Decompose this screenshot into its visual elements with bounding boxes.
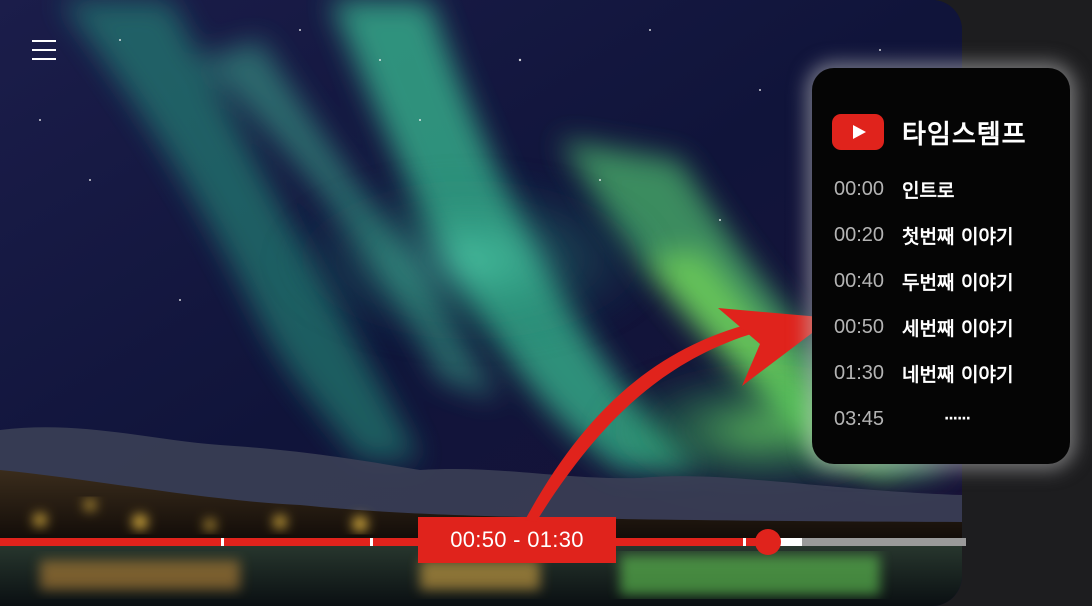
progress-scrubber-handle[interactable] [754, 529, 781, 555]
timestamp-time: 01:30 [834, 361, 885, 384]
timestamp-label: 인트로 [902, 179, 955, 202]
progress-played [0, 538, 768, 546]
timestamp-item[interactable]: 01:30 네번째 이야기 [834, 350, 1070, 396]
menu-button[interactable] [30, 38, 58, 62]
timestamp-time: 00:50 [834, 315, 885, 338]
youtube-play-icon [832, 114, 884, 150]
chapter-time-range-label: 00:50 - 01:30 [418, 517, 616, 563]
timestamp-label: 세번째 이야기 [902, 317, 1014, 340]
timestamp-item[interactable]: 00:40 두번째 이야기 [834, 258, 1070, 304]
timestamp-label: 첫번째 이야기 [902, 225, 1014, 248]
timestamps-panel: 타임스템프 00:00 인트로 00:20 첫번째 이야기 00:40 두번째 … [812, 68, 1070, 464]
timestamp-label: 네번째 이야기 [902, 363, 1014, 386]
timestamp-time: 00:40 [834, 269, 885, 292]
chapter-marker[interactable] [221, 538, 225, 546]
timestamps-title: 타임스템프 [902, 119, 1027, 150]
chapter-marker[interactable] [369, 538, 373, 546]
timestamp-time: 00:00 [834, 177, 885, 200]
timestamp-item[interactable]: 00:20 첫번째 이야기 [834, 212, 1070, 258]
timestamp-item[interactable]: 00:00 인트로 [834, 166, 1070, 212]
timestamp-label: 두번째 이야기 [902, 271, 1014, 294]
timestamps-header: 타임스템프 [832, 112, 1027, 152]
timestamp-item[interactable]: 03:45 ······ [834, 396, 1070, 442]
timestamp-item[interactable]: 00:50 세번째 이야기 [834, 304, 1070, 350]
timestamp-time: 03:45 [834, 407, 885, 430]
timestamp-label: ······ [944, 411, 971, 427]
timestamp-time: 00:20 [834, 223, 885, 246]
timestamps-list: 00:00 인트로 00:20 첫번째 이야기 00:40 두번째 이야기 00… [834, 166, 1070, 442]
chapter-marker[interactable] [742, 538, 746, 546]
